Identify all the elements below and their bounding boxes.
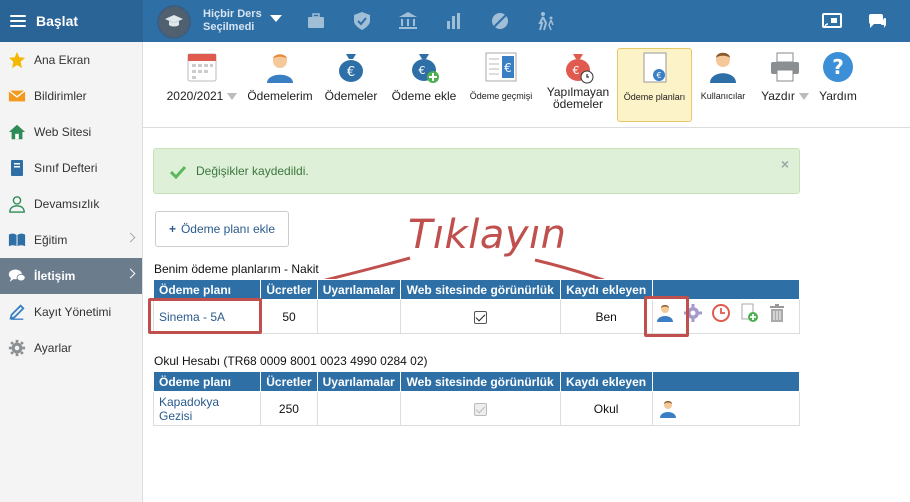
section2-table: Ödeme planı Ücretler Uyarılamalar Web si… [152, 371, 801, 426]
column-header[interactable]: Ödeme planı [152, 279, 262, 300]
fee-cell: 50 [260, 299, 318, 334]
column-header[interactable]: Uyarılamalar [316, 371, 401, 392]
column-header[interactable]: Ücretler [260, 371, 318, 392]
fee-cell: 250 [260, 391, 318, 426]
column-header[interactable]: Kaydı ekleyen [559, 371, 653, 392]
added-by-cell: Okul [559, 391, 653, 426]
visibility-checkbox [473, 402, 487, 416]
column-header[interactable]: Ücretler [260, 279, 318, 300]
section2-title: Okul Hesabı (TR68 0009 8001 0023 4990 02… [154, 354, 428, 368]
column-header[interactable]: Uyarılamalar [316, 279, 401, 300]
warnings-cell [316, 299, 401, 334]
visibility-checkbox[interactable] [473, 310, 487, 324]
visibility-cell [399, 391, 561, 426]
section1-title: Benim ödeme planlarım - Nakit [154, 262, 319, 276]
plan-name-link[interactable]: Kapadokya Gezisi [152, 391, 262, 426]
table-header-row: Ödeme planı Ücretler Uyarılamalar Web si… [152, 279, 801, 300]
table-header-row: Ödeme planı Ücretler Uyarılamalar Web si… [152, 371, 801, 392]
clock-icon[interactable] [711, 303, 731, 323]
column-header-actions [651, 371, 801, 392]
highlight-box-plan [148, 298, 262, 334]
column-header[interactable]: Web sitesinde görünürlük [399, 279, 561, 300]
table-row: Kapadokya Gezisi 250 Okul [152, 391, 801, 426]
annotation-arrows [256, 256, 651, 304]
actions-cell [651, 391, 801, 426]
add-document-icon[interactable] [739, 303, 759, 323]
visibility-cell [399, 299, 561, 334]
warnings-cell [316, 391, 401, 426]
column-header[interactable]: Kaydı ekleyen [559, 279, 653, 300]
assign-user-icon[interactable] [658, 399, 678, 419]
column-header[interactable]: Ödeme planı [152, 371, 262, 392]
trash-icon[interactable] [767, 303, 787, 323]
highlight-box-assign [644, 296, 689, 337]
added-by-cell: Ben [559, 299, 653, 334]
column-header[interactable]: Web sitesinde görünürlük [399, 371, 561, 392]
